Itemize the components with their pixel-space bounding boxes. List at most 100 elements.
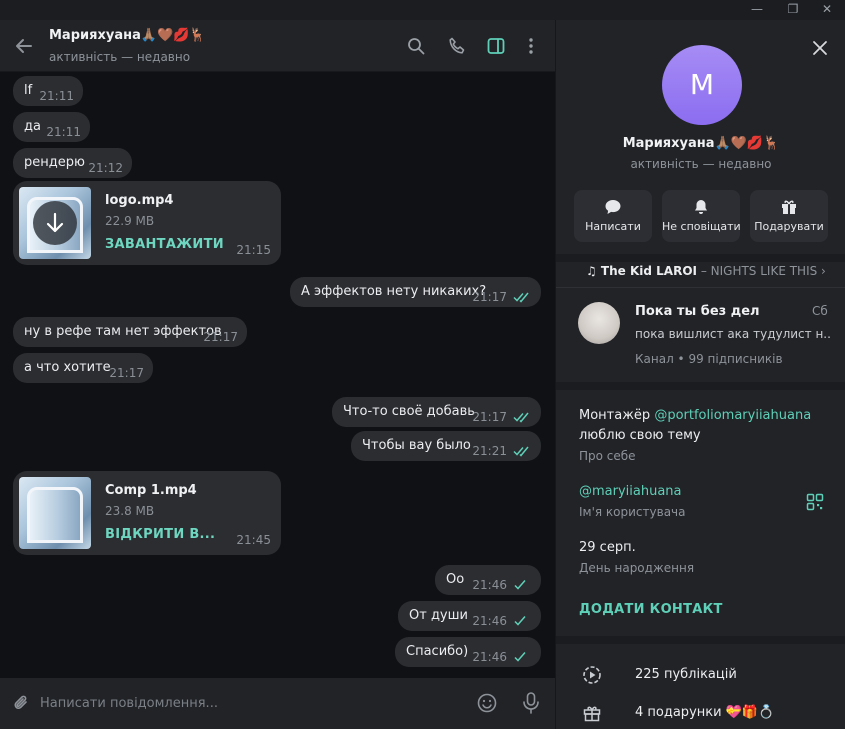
message-incoming[interactable]: lf 21:11 bbox=[13, 76, 83, 106]
message-time: 21:46 bbox=[472, 614, 507, 628]
maximize-button[interactable]: ❐ bbox=[778, 0, 808, 20]
profile-status: активність — недавно bbox=[630, 157, 772, 171]
message-text: ну в рефе там нет эффектов bbox=[24, 324, 222, 339]
birthday: 29 серп. bbox=[579, 540, 636, 555]
message-incoming[interactable]: да 21:11 bbox=[13, 112, 90, 142]
message-incoming[interactable]: рендерю 21:12 bbox=[13, 148, 132, 178]
message-text: От души bbox=[409, 608, 468, 623]
action-label: Не сповіщати bbox=[662, 220, 741, 233]
more-vertical-icon[interactable] bbox=[521, 36, 541, 56]
message-text: Что-то своё добавь bbox=[343, 404, 475, 419]
file-name: logo.mp4 bbox=[105, 193, 174, 208]
section-divider bbox=[556, 382, 845, 390]
bio-label: Про себе bbox=[579, 449, 636, 463]
channel-title: Пока ты без дел bbox=[635, 304, 760, 319]
download-link[interactable]: ЗАВАНТАЖИТИ bbox=[105, 237, 224, 252]
channel-meta: Канал • 99 підписників bbox=[635, 352, 783, 366]
paperclip-icon[interactable] bbox=[11, 693, 31, 713]
file-message-incoming[interactable]: Comp 1.mp4 23.8 MB ВІДКРИТИ В... 21:45 bbox=[13, 471, 281, 555]
close-icon[interactable] bbox=[810, 38, 830, 58]
message-outgoing[interactable]: Что-то своё добавь 21:17 bbox=[332, 397, 541, 427]
message-outgoing[interactable]: От души 21:46 bbox=[398, 601, 541, 631]
posts-count[interactable]: 225 публікацій bbox=[635, 667, 737, 682]
qr-code-icon[interactable] bbox=[806, 493, 824, 511]
bio-link[interactable]: @portfoliomaryiiahuana bbox=[654, 408, 811, 423]
mute-button[interactable]: Не сповіщати bbox=[662, 190, 741, 242]
emoji-icon[interactable] bbox=[476, 692, 498, 714]
file-name: Comp 1.mp4 bbox=[105, 483, 197, 498]
section-divider bbox=[556, 254, 845, 262]
message-button[interactable]: Написати bbox=[574, 190, 652, 242]
gifts-count[interactable]: 4 подарунки 💝🎁💍 bbox=[635, 705, 774, 720]
check-icon bbox=[514, 652, 526, 662]
search-icon[interactable] bbox=[406, 36, 426, 56]
message-incoming[interactable]: ну в рефе там нет эффектов 21:17 bbox=[13, 317, 247, 347]
double-check-icon bbox=[513, 446, 529, 457]
chat-pane: Марияхуана🙏🏽🤎💋🦌 активність — недавно lf … bbox=[0, 20, 555, 729]
music-track[interactable]: ♫ The Kid LAROI – NIGHTS LIKE THIS › bbox=[586, 264, 826, 278]
file-size: 22.9 MB bbox=[105, 214, 155, 228]
message-time: 21:45 bbox=[236, 533, 271, 547]
channel-last-message: пока вишлист ака тудулист н... bbox=[635, 327, 831, 341]
bio-text: Монтажёр @portfoliomaryiiahuana bbox=[579, 408, 811, 423]
video-thumbnail[interactable] bbox=[19, 477, 91, 549]
gift-button[interactable]: Подарувати bbox=[750, 190, 828, 242]
chat-bubble-icon bbox=[605, 200, 621, 214]
action-label: Написати bbox=[585, 220, 641, 233]
minimize-button[interactable]: — bbox=[742, 0, 772, 20]
message-incoming[interactable]: а что хотите 21:17 bbox=[13, 353, 153, 383]
username-label: Ім'я користувача bbox=[579, 505, 686, 519]
profile-panel: M Марияхуана🙏🏽🤎💋🦌 активність — недавно Н… bbox=[555, 20, 845, 729]
download-arrow-icon bbox=[46, 212, 64, 233]
message-text: рендерю bbox=[24, 155, 85, 170]
phone-icon[interactable] bbox=[447, 36, 467, 56]
thumbnail-image bbox=[27, 487, 83, 543]
message-time: 21:12 bbox=[88, 161, 123, 175]
arrow-left-icon[interactable] bbox=[13, 35, 35, 57]
window-titlebar: — ❐ ✕ bbox=[0, 0, 845, 20]
open-file-link[interactable]: ВІДКРИТИ В... bbox=[105, 527, 215, 542]
gift-icon bbox=[782, 200, 796, 214]
message-time: 21:17 bbox=[472, 410, 507, 424]
file-size: 23.8 MB bbox=[105, 504, 155, 518]
chat-title[interactable]: Марияхуана🙏🏽🤎💋🦌 bbox=[49, 28, 206, 43]
music-artist: ♫ The Kid LAROI bbox=[586, 264, 697, 278]
file-message-incoming[interactable]: logo.mp4 22.9 MB ЗАВАНТАЖИТИ 21:15 bbox=[13, 181, 281, 265]
avatar[interactable]: M bbox=[662, 45, 742, 125]
message-time: 21:11 bbox=[46, 125, 81, 139]
message-time: 21:17 bbox=[109, 366, 144, 380]
profile-name: Марияхуана🙏🏽🤎💋🦌 bbox=[622, 136, 780, 151]
bio-line-2: люблю свою тему bbox=[579, 428, 701, 443]
message-outgoing[interactable]: Оо 21:46 bbox=[435, 565, 541, 595]
double-check-icon bbox=[513, 292, 529, 303]
section-divider bbox=[556, 636, 845, 644]
action-label: Подарувати bbox=[754, 220, 824, 233]
sidebar-toggle-icon[interactable] bbox=[486, 36, 506, 56]
chat-header: Марияхуана🙏🏽🤎💋🦌 активність — недавно bbox=[0, 20, 555, 72]
video-thumbnail[interactable] bbox=[19, 187, 91, 259]
window-close-button[interactable]: ✕ bbox=[812, 0, 842, 20]
message-time: 21:11 bbox=[39, 89, 74, 103]
check-icon bbox=[514, 616, 526, 626]
message-text: Оо bbox=[446, 572, 465, 587]
microphone-icon[interactable] bbox=[520, 691, 542, 715]
birthday-label: День народження bbox=[579, 561, 695, 575]
message-time: 21:46 bbox=[472, 578, 507, 592]
message-list[interactable]: lf 21:11 да 21:11 рендерю 21:12 logo.mp4… bbox=[0, 72, 555, 678]
message-text: а что хотите bbox=[24, 360, 111, 375]
username[interactable]: @maryiiahuana bbox=[579, 484, 682, 499]
message-outgoing[interactable]: А эффектов нету никаких? 21:17 bbox=[290, 277, 541, 307]
message-input[interactable] bbox=[40, 688, 460, 718]
message-outgoing[interactable]: Спасибо) 21:46 bbox=[395, 637, 541, 667]
message-time: 21:21 bbox=[472, 444, 507, 458]
message-composer bbox=[0, 678, 555, 729]
message-outgoing[interactable]: Чтобы вау было 21:21 bbox=[351, 431, 541, 461]
check-icon bbox=[514, 580, 526, 590]
message-text: да bbox=[24, 119, 41, 134]
channel-avatar bbox=[578, 302, 620, 344]
message-text: Спасибо) bbox=[406, 644, 469, 659]
divider bbox=[556, 287, 845, 288]
add-contact-button[interactable]: ДОДАТИ КОНТАКТ bbox=[579, 602, 723, 617]
download-button[interactable] bbox=[33, 201, 77, 245]
message-time: 21:17 bbox=[203, 330, 238, 344]
